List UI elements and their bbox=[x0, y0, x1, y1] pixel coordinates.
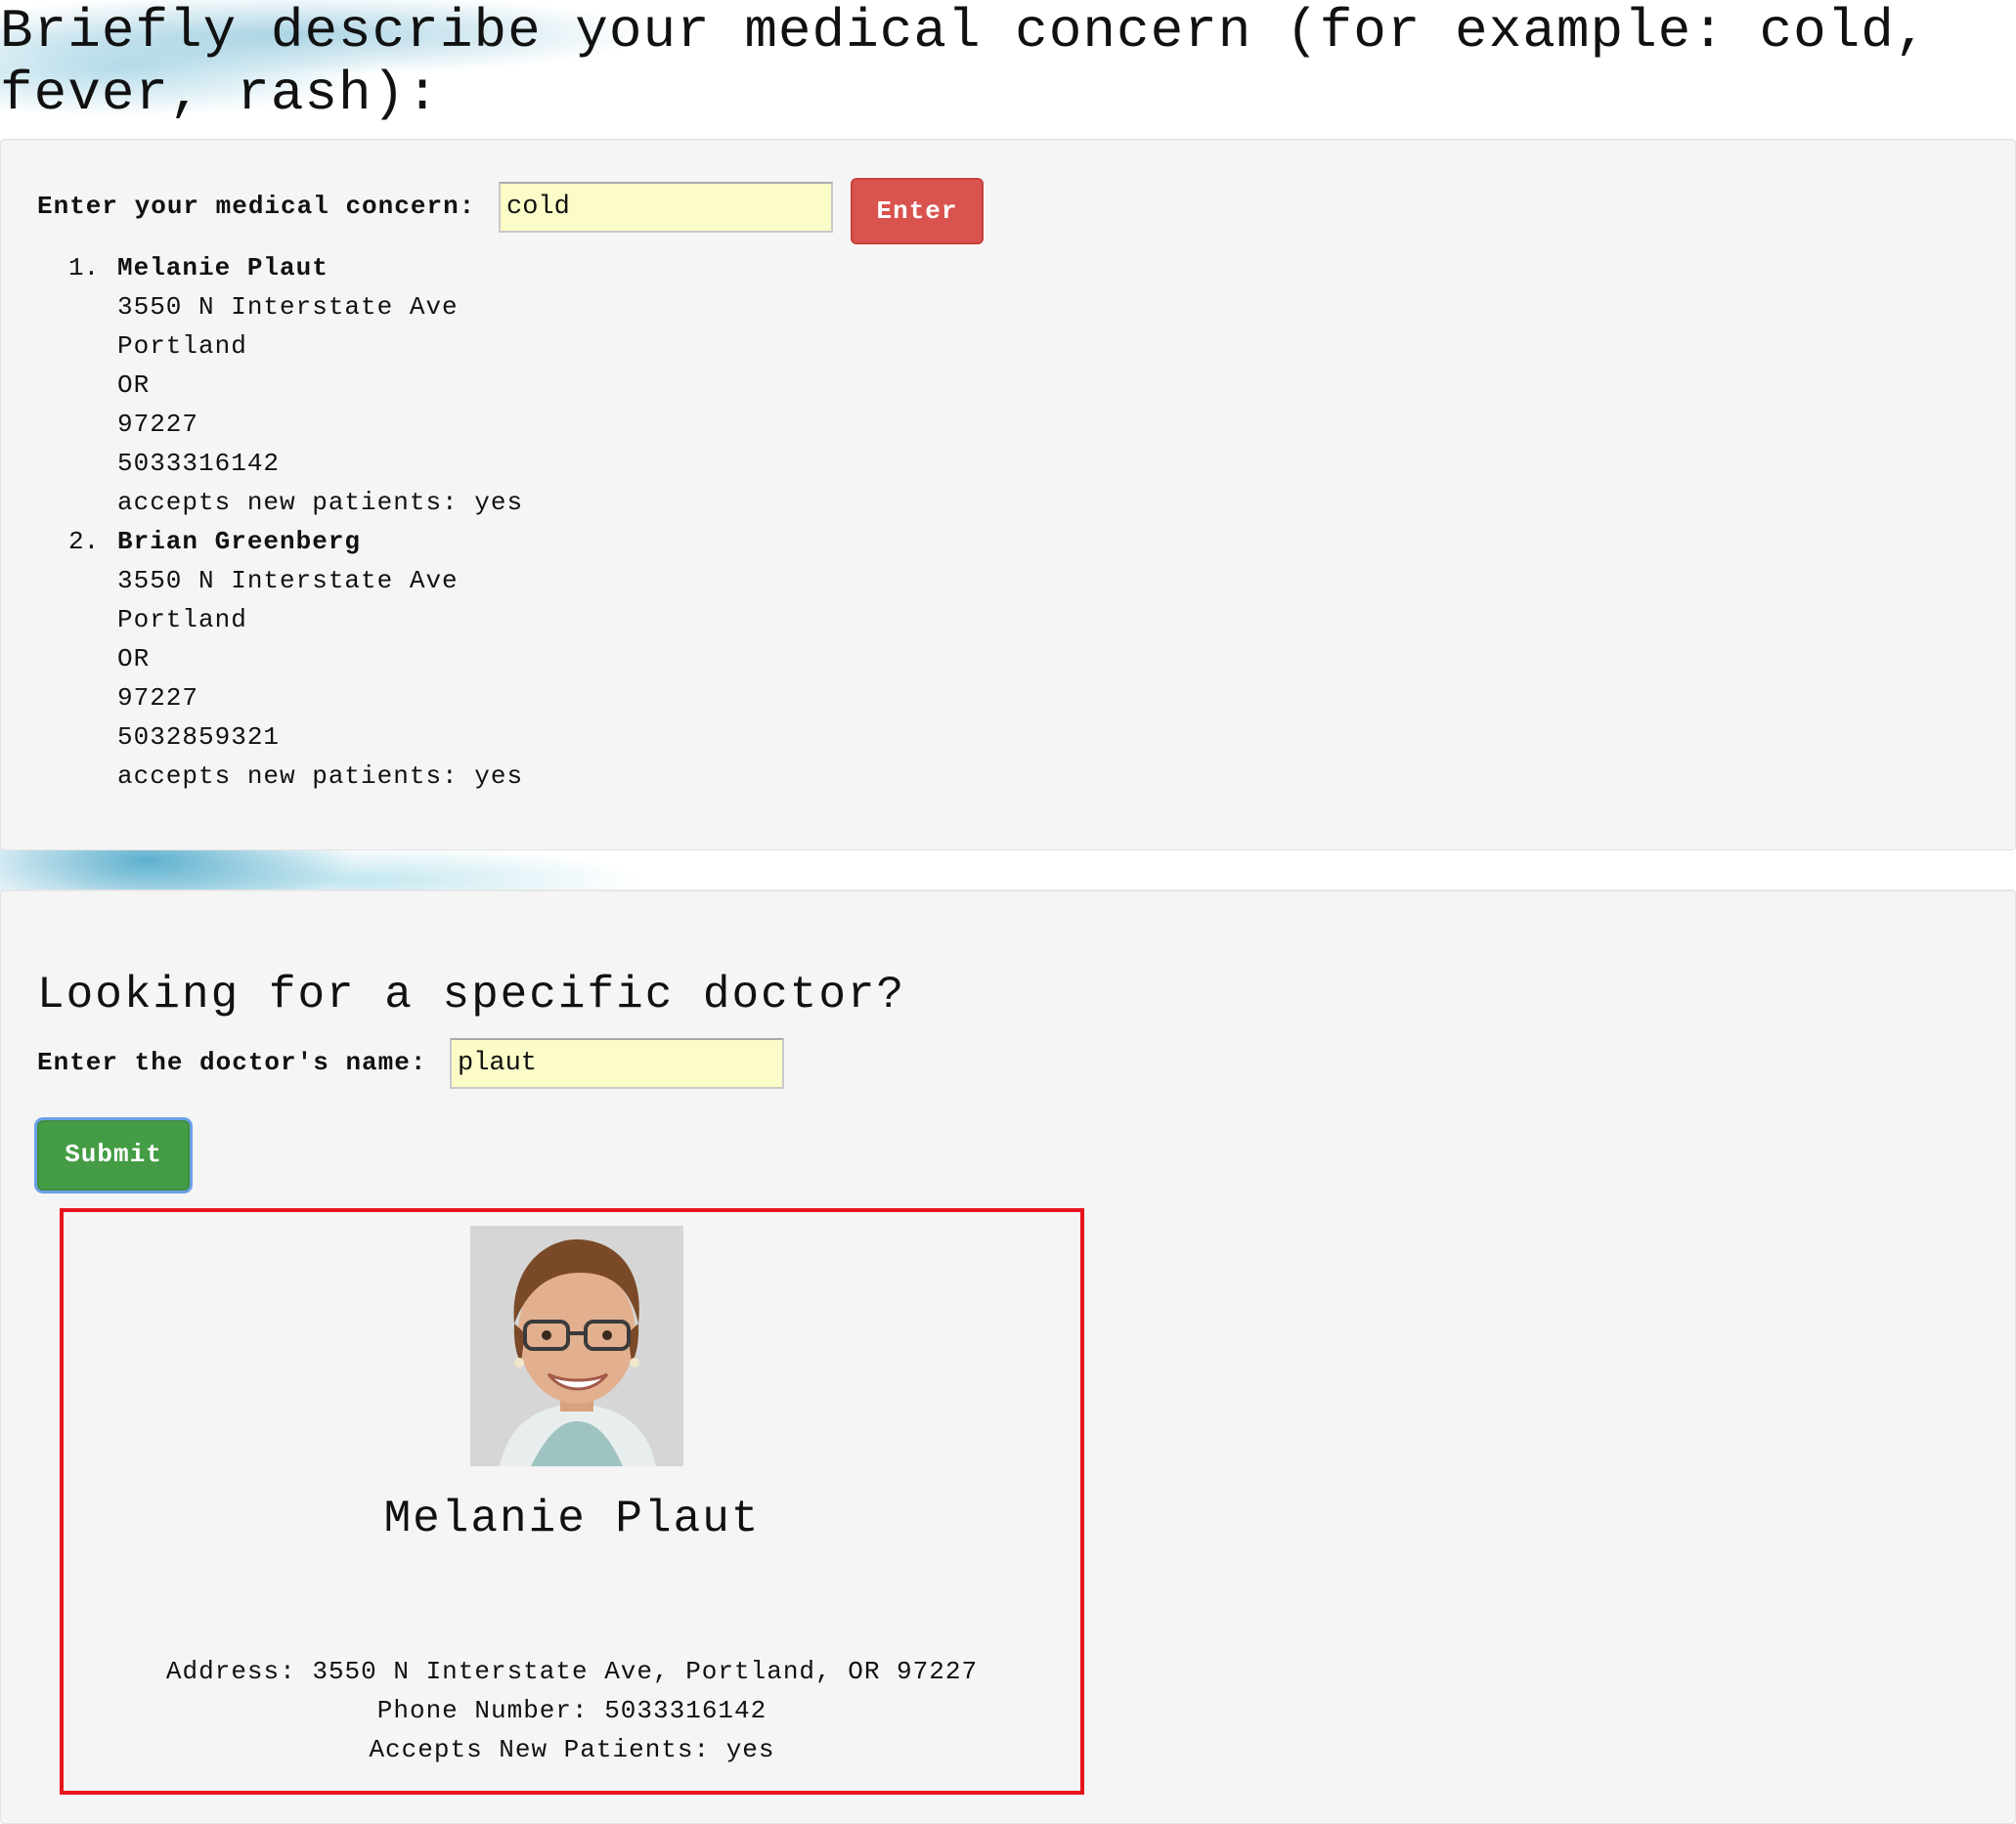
result-zip: 97227 bbox=[117, 410, 199, 439]
result-street: 3550 N Interstate Ave bbox=[117, 292, 459, 322]
list-item: 1. Melanie Plaut 3550 N Interstate Ave P… bbox=[68, 248, 523, 522]
result-accepts: accepts new patients: yes bbox=[117, 488, 524, 517]
result-doctor-name: Melanie Plaut bbox=[117, 253, 329, 282]
enter-button[interactable]: Enter bbox=[851, 178, 984, 244]
concern-label: Enter your medical concern: bbox=[37, 192, 476, 221]
result-zip: 97227 bbox=[117, 683, 199, 713]
section-title: Looking for a specific doctor? bbox=[37, 970, 906, 1021]
result-phone: 5032859321 bbox=[117, 722, 281, 752]
result-city: Portland bbox=[117, 605, 247, 634]
doctor-portrait-icon bbox=[470, 1226, 683, 1466]
card-doctor-name: Melanie Plaut bbox=[383, 1494, 761, 1544]
concern-input[interactable] bbox=[499, 182, 833, 233]
card-phone: Phone Number: 5033316142 bbox=[376, 1696, 767, 1725]
doctor-photo bbox=[470, 1226, 683, 1466]
doctor-name-label: Enter the doctor's name: bbox=[37, 1048, 427, 1077]
result-city: Portland bbox=[117, 331, 247, 361]
result-phone: 5033316142 bbox=[117, 449, 281, 478]
card-details: Address: 3550 N Interstate Ave, Portland… bbox=[64, 1652, 1080, 1769]
list-item: 2. Brian Greenberg 3550 N Interstate Ave… bbox=[68, 522, 523, 796]
submit-button[interactable]: Submit bbox=[37, 1120, 190, 1191]
card-accepts: Accepts New Patients: yes bbox=[369, 1735, 775, 1764]
result-state: OR bbox=[117, 644, 151, 673]
doctor-results-list: 1. Melanie Plaut 3550 N Interstate Ave P… bbox=[68, 248, 523, 796]
result-number: 1. bbox=[68, 253, 100, 282]
result-doctor-name: Brian Greenberg bbox=[117, 527, 362, 556]
doctor-name-input[interactable] bbox=[450, 1038, 784, 1089]
result-accepts: accepts new patients: yes bbox=[117, 761, 524, 791]
result-street: 3550 N Interstate Ave bbox=[117, 566, 459, 595]
page-heading: Briefly describe your medical concern (f… bbox=[0, 0, 1929, 125]
result-number: 2. bbox=[68, 527, 100, 556]
doctor-profile-card: Melanie Plaut Address: 3550 N Interstate… bbox=[60, 1208, 1084, 1795]
card-address: Address: 3550 N Interstate Ave, Portland… bbox=[165, 1657, 979, 1686]
result-state: OR bbox=[117, 370, 151, 400]
